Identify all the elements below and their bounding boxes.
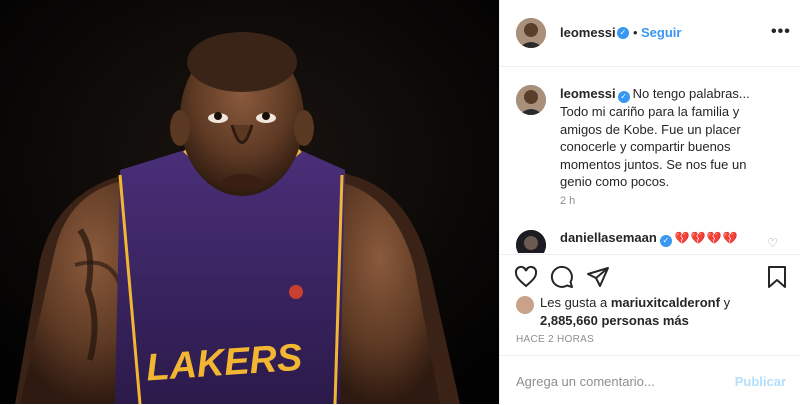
bookmark-icon[interactable] [766, 265, 788, 289]
caption-line-1: No tengo palabras... [632, 86, 750, 101]
post-header: leomessi ✓ • Seguir ••• [500, 0, 800, 67]
likes-prefix: Les gusta a [540, 295, 608, 310]
post-photo[interactable]: LAKERS [0, 0, 499, 404]
verified-icon: ✓ [659, 235, 672, 247]
likes-summary: Les gusta a mariuxitcalderonf y 2,885,66… [516, 294, 730, 330]
caption-username[interactable]: leomessi [560, 86, 616, 101]
comment-icon[interactable] [550, 265, 574, 289]
liker-username[interactable]: mariuxitcalderonf [611, 295, 720, 310]
avatar[interactable] [516, 18, 546, 48]
caption-line-6: genio como pocos. [560, 174, 670, 190]
commenter-avatar[interactable] [516, 230, 546, 253]
caption-time[interactable]: 2 h [560, 195, 575, 207]
player-illustration: LAKERS [0, 0, 499, 404]
liker-avatar[interactable] [516, 296, 534, 314]
separator-dot: • [633, 25, 638, 40]
comment-like-icon[interactable]: ♡ [767, 236, 778, 250]
comment-text: 💔💔💔💔 [674, 231, 739, 245]
verified-icon: ✓ [617, 91, 630, 103]
likes-suffix: y [723, 295, 731, 310]
more-icon[interactable]: ••• [771, 23, 791, 41]
post-details-panel: leomessi ✓ • Seguir ••• leomessi ✓ No teng… [499, 0, 800, 404]
add-comment-bar: Agrega un comentario... Publicar [500, 355, 800, 405]
caption-line-3: amigos de Kobe. Fue un placer [560, 121, 741, 137]
heart-icon[interactable] [514, 265, 538, 289]
follow-button[interactable]: Seguir [641, 25, 681, 40]
caption-line-2: Todo mi cariño para la familia y [560, 104, 740, 119]
commenter-username[interactable]: daniellasemaan [560, 230, 657, 245]
post-timestamp[interactable]: HACE 2 HORAS [516, 334, 594, 345]
comment-item: daniellasemaan ✓ 💔💔💔💔 [560, 230, 739, 247]
header-username[interactable]: leomessi [560, 25, 616, 40]
caption-line-4: conocerle y compartir buenos [560, 139, 731, 155]
comments-section: leomessi ✓ No tengo palabras... Todo mi ca… [500, 67, 800, 253]
caption-avatar[interactable] [516, 85, 546, 115]
share-icon[interactable] [586, 265, 610, 289]
publish-button[interactable]: Publicar [735, 374, 786, 389]
caption-line-5: momentos juntos. Se nos fue un [560, 156, 747, 172]
post-caption: leomessi ✓ No tengo palabras... Todo mi ca… [560, 85, 785, 191]
comment-input[interactable]: Agrega un comentario... [516, 374, 655, 389]
likes-count[interactable]: 2,885,660 personas más [540, 313, 689, 328]
verified-icon: ✓ [617, 27, 629, 39]
